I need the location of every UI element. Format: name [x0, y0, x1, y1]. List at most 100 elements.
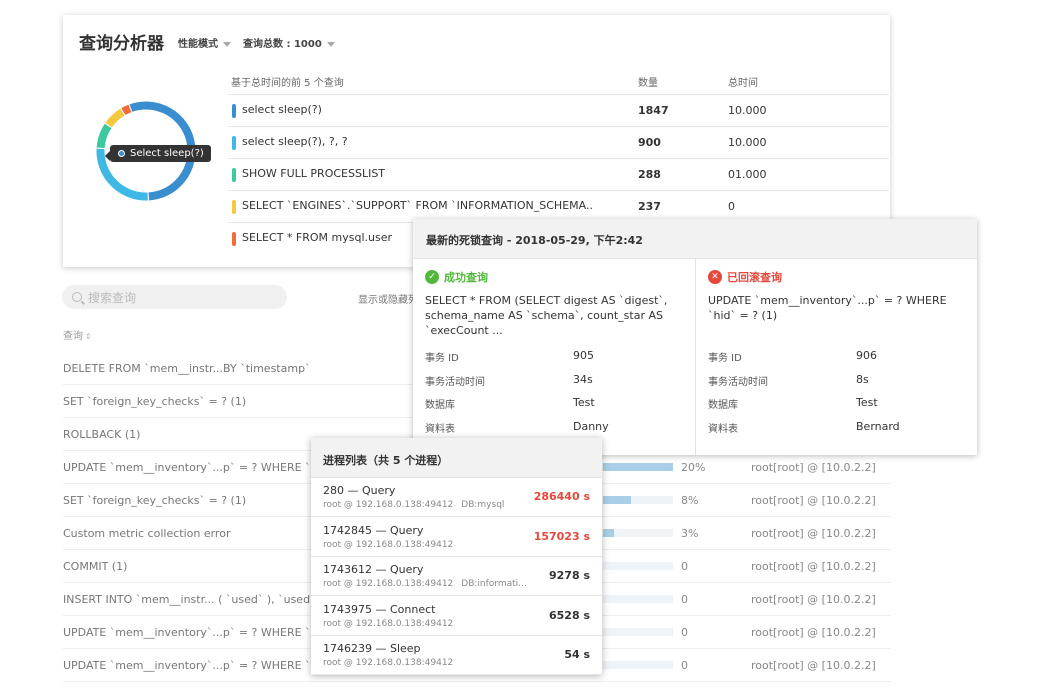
search-icon: [72, 292, 82, 302]
process-row[interactable]: 1743612 — Query root @ 192.168.0.138:4941…: [311, 557, 602, 596]
series-swatch: [232, 232, 236, 246]
successful-query-panel: ✓ 成功查询 SELECT * FROM (SELECT digest AS `…: [413, 259, 695, 455]
query-text: Custom metric collection error: [63, 526, 231, 540]
process-title: 1746239 — Sleep: [323, 642, 421, 655]
query-text: SET `foreign_key_checks` = ? (1): [63, 394, 247, 408]
column-header-total-time: 总时间: [728, 78, 758, 89]
check-icon: ✓: [425, 270, 439, 284]
query-text: select sleep(?), ?, ?: [242, 135, 348, 148]
query-text: SET `foreign_key_checks` = ? (1): [63, 493, 247, 507]
query-text: COMMIT (1): [63, 559, 128, 573]
load-percent: 20%: [681, 460, 706, 474]
rolledback-status: ✕ 已回滚查询: [708, 269, 782, 285]
deadlock-title: 最新的死锁查询 - 2018-05-29, 下午2:42: [413, 219, 977, 259]
load-percent: 0: [681, 658, 688, 672]
load-bar-fill: [603, 496, 631, 504]
chevron-down-icon: [223, 41, 231, 47]
column-header-count: 数量: [638, 78, 658, 89]
column-header-top-queries: 基于总时间的前 5 个查询: [231, 78, 344, 89]
process-host: root @ 192.168.0.138:49412 DB:informati..…: [323, 579, 527, 589]
load-bar: [603, 529, 673, 537]
x-icon: ✕: [708, 270, 722, 284]
query-text: SHOW FULL PROCESSLIST: [242, 167, 386, 180]
load-percent: 8%: [681, 493, 699, 507]
toggle-columns-link[interactable]: 显示或隐藏列: [358, 291, 418, 306]
query-text: UPDATE `mem__inventory`...p` = ? WHERE `…: [63, 460, 313, 474]
load-bar: [603, 562, 673, 570]
query-text: select sleep(?): [242, 103, 322, 116]
load-bar: [603, 496, 673, 504]
top-query-row[interactable]: SHOW FULL PROCESSLIST 288 01.000: [228, 158, 889, 190]
process-list-title: 进程列表（共 5 个进程）: [311, 438, 602, 478]
load-bar: [603, 463, 673, 471]
query-text: UPDATE `mem__inventory`...p` = ? WHERE `…: [63, 658, 313, 672]
process-db: DB:informati...: [461, 579, 527, 589]
process-title: 1743975 — Connect: [323, 602, 436, 616]
process-list-card: 进程列表（共 5 个进程） 280 — Query root @ 192.168.…: [311, 438, 602, 675]
load-bar: [603, 661, 673, 669]
process-duration: 9278 s: [549, 569, 590, 582]
top-query-row[interactable]: SELECT `ENGINES`.`SUPPORT` FROM `INFORMA…: [228, 190, 889, 222]
mode-dropdown[interactable]: 性能模式: [178, 35, 231, 50]
user-host: root[root] @ [10.0.2.2]: [751, 658, 876, 672]
query-text: SELECT `ENGINES`.`SUPPORT` FROM `INFORMA…: [242, 199, 592, 212]
series-swatch: [232, 136, 236, 150]
process-duration: 286440 s: [533, 490, 590, 503]
process-host: root @ 192.168.0.138:49412: [323, 539, 454, 550]
deadlock-card: 最新的死锁查询 - 2018-05-29, 下午2:42 ✓ 成功查询 SELE…: [413, 219, 977, 455]
process-host: root @ 192.168.0.138:49412: [323, 618, 454, 629]
load-percent: 3%: [681, 526, 699, 540]
process-row[interactable]: 1746239 — Sleep root @ 192.168.0.138:4941…: [311, 636, 602, 675]
process-duration: 157023 s: [533, 529, 590, 543]
success-sql: SELECT * FROM (SELECT digest AS `digest`…: [425, 294, 668, 337]
top-query-row[interactable]: select sleep(?) 1847 10.000: [228, 94, 889, 126]
process-row[interactable]: 1743975 — Connect root @ 192.168.0.138:49…: [311, 597, 602, 636]
load-bar: [603, 595, 673, 603]
user-host: root[root] @ [10.0.2.2]: [751, 493, 876, 507]
load-percent: 0: [681, 625, 688, 639]
top-query-row[interactable]: select sleep(?), ?, ? 900 10.000: [228, 126, 889, 158]
user-host: root[root] @ [10.0.2.2]: [751, 460, 876, 474]
sort-icon: ⇕: [85, 332, 92, 341]
query-total-time: 10.000: [728, 136, 767, 149]
query-total-time: 10.000: [728, 104, 767, 117]
load-bar-fill: [603, 463, 673, 471]
query-total-time: 0: [728, 200, 735, 213]
process-row[interactable]: 280 — Query root @ 192.168.0.138:49412 DB:…: [311, 478, 602, 517]
query-count: 900: [638, 136, 661, 149]
process-duration: 6528 s: [549, 608, 590, 622]
page-title: 查询分析器: [79, 34, 164, 54]
load-bar-fill: [603, 529, 614, 537]
process-host: root @ 192.168.0.138:49412 DB:mysql: [323, 500, 505, 510]
column-header-query[interactable]: 查询 ⇕: [63, 327, 92, 342]
process-title: 1742845 — Query: [323, 523, 424, 537]
load-percent: 0: [681, 592, 688, 606]
process-title: 280 — Query: [323, 484, 396, 497]
user-host: root[root] @ [10.0.2.2]: [751, 526, 876, 540]
search-input[interactable]: 搜索查询: [62, 285, 287, 309]
chart-tooltip: Select sleep(?): [105, 145, 211, 162]
process-duration: 54 s: [564, 648, 590, 661]
success-status: ✓ 成功查询: [425, 269, 488, 285]
process-db: DB:mysql: [461, 500, 505, 510]
total-queries-dropdown[interactable]: 查询总数 : 1000: [243, 35, 335, 50]
load-percent: 0: [681, 559, 688, 573]
rolledback-sql: UPDATE `mem__inventory`...p` = ? WHERE `…: [708, 294, 947, 322]
query-count: 1847: [638, 104, 669, 117]
series-swatch: [232, 168, 236, 182]
chevron-down-icon: [326, 41, 335, 47]
search-placeholder: 搜索查询: [88, 290, 137, 305]
query-total-time: 01.000: [728, 168, 767, 181]
process-host: root @ 192.168.0.138:49412: [323, 658, 454, 668]
series-swatch: [232, 200, 236, 214]
query-text: INSERT INTO `mem__instr... ( `used` ), `…: [63, 592, 313, 606]
rolledback-query-panel: ✕ 已回滚查询 UPDATE `mem__inventory`...p` = ?…: [695, 259, 977, 455]
load-bar: [603, 628, 673, 636]
process-row[interactable]: 1742845 — Query root @ 192.168.0.138:4941…: [311, 518, 602, 557]
series-dot-icon: [118, 150, 125, 157]
user-host: root[root] @ [10.0.2.2]: [751, 625, 876, 639]
user-host: root[root] @ [10.0.2.2]: [751, 559, 876, 573]
query-text: UPDATE `mem__inventory`...p` = ? WHERE `…: [63, 625, 313, 639]
query-text: ROLLBACK (1): [63, 427, 141, 441]
series-swatch: [232, 104, 236, 118]
